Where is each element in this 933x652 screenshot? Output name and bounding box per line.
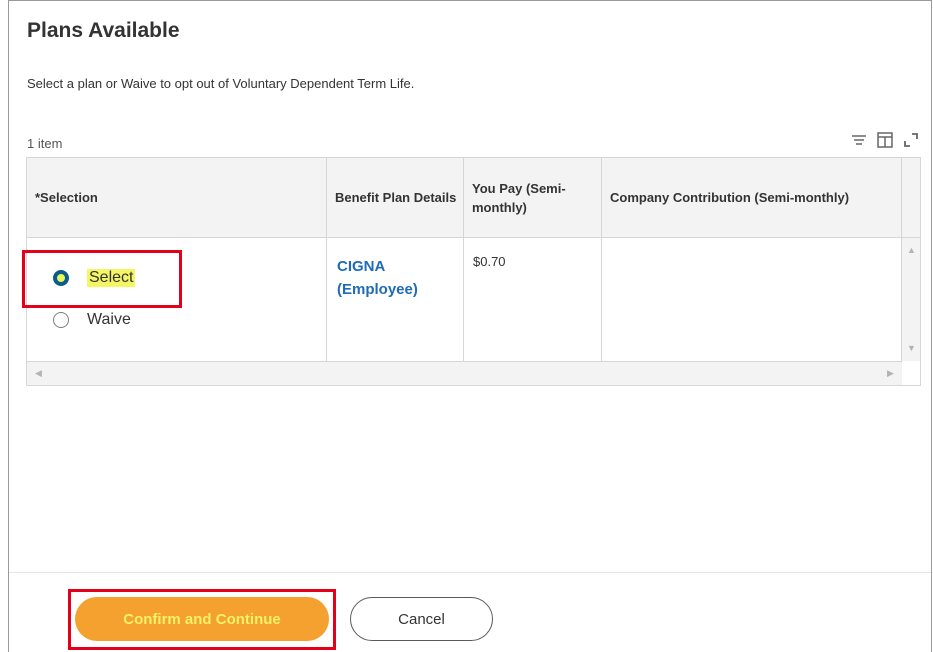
scroll-left-icon[interactable]: ◀ xyxy=(35,369,42,378)
columns-icon[interactable] xyxy=(875,130,895,150)
column-header-spacer xyxy=(902,158,920,237)
horizontal-scrollbar[interactable]: ◀ ▶ xyxy=(27,361,902,385)
scroll-right-icon[interactable]: ▶ xyxy=(887,369,894,378)
footer-divider xyxy=(9,572,931,573)
scroll-down-icon[interactable]: ▼ xyxy=(907,344,916,353)
grid-header: *Selection Benefit Plan Details You Pay … xyxy=(27,158,920,238)
column-header-you-pay[interactable]: You Pay (Semi-monthly) xyxy=(464,158,602,237)
plan-link-cigna[interactable]: CIGNA (Employee) xyxy=(337,255,447,301)
radio-option-waive[interactable]: Waive xyxy=(53,311,131,329)
table-cell-company-contribution xyxy=(602,238,902,361)
radio-unchecked-icon[interactable] xyxy=(53,312,69,328)
annotation-box-selection xyxy=(22,250,182,308)
cancel-button[interactable]: Cancel xyxy=(350,597,493,641)
annotation-box-confirm xyxy=(68,589,336,650)
item-count: 1 item xyxy=(27,136,63,151)
instruction-text: Select a plan or Waive to opt out of Vol… xyxy=(27,76,415,91)
vertical-scrollbar[interactable]: ▲ ▼ xyxy=(902,238,920,361)
you-pay-value: $0.70 xyxy=(473,254,506,269)
expand-icon[interactable] xyxy=(901,130,921,150)
scroll-up-icon[interactable]: ▲ xyxy=(907,246,916,255)
grid-toolbar xyxy=(849,130,921,150)
filter-icon[interactable] xyxy=(849,130,869,150)
column-header-plan-details[interactable]: Benefit Plan Details xyxy=(327,158,464,237)
radio-label-waive: Waive xyxy=(87,311,131,328)
page-title: Plans Available xyxy=(27,19,180,42)
column-header-company-contribution[interactable]: Company Contribution (Semi-monthly) xyxy=(602,158,902,237)
column-header-selection[interactable]: *Selection xyxy=(27,158,327,237)
